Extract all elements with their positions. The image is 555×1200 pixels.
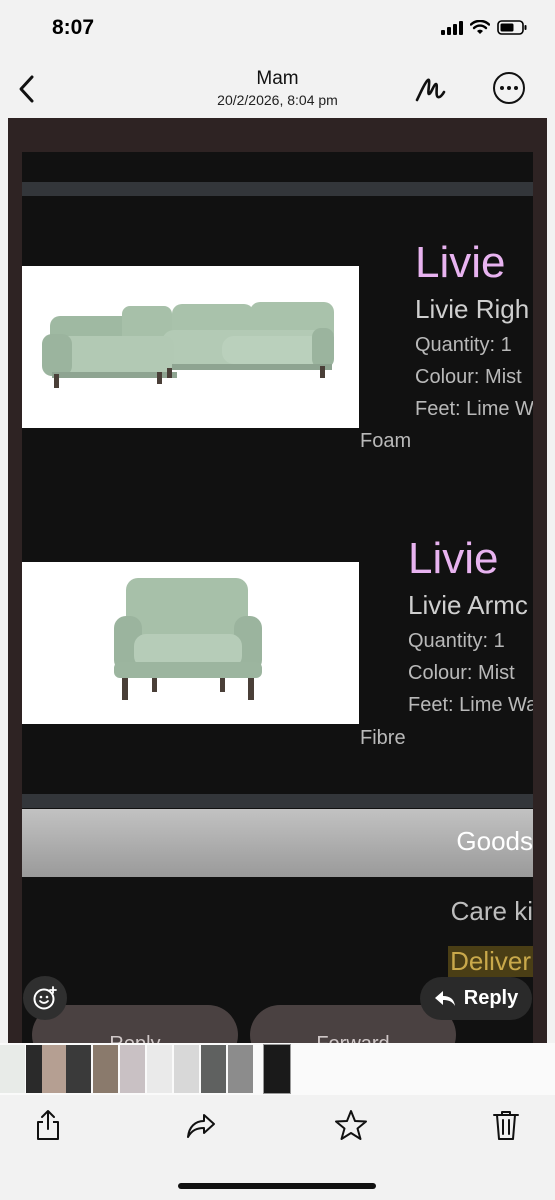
forward-button[interactable] <box>185 1108 217 1142</box>
share-icon <box>37 1110 59 1140</box>
thumbnail[interactable] <box>66 1045 91 1093</box>
delivery-label: Deliver <box>448 946 533 977</box>
reply-label: Reply <box>463 987 519 1009</box>
reply-arrow-icon <box>434 990 455 1006</box>
wifi-icon <box>470 20 490 34</box>
product-colour: Colour: Mist <box>415 366 522 388</box>
thumbnail[interactable] <box>42 1045 67 1093</box>
markup-pen-icon <box>415 78 446 102</box>
ghost-forward-label: Forward <box>316 1033 389 1043</box>
battery-icon <box>497 20 527 35</box>
product-brand: Livie <box>408 534 499 583</box>
thumbnail[interactable] <box>228 1045 253 1093</box>
armchair-illustration <box>114 578 262 700</box>
ellipsis-circle-icon <box>500 86 504 90</box>
product-name: Livie Armc <box>408 590 528 620</box>
share-button[interactable] <box>32 1108 64 1142</box>
thumbnail[interactable] <box>174 1045 199 1093</box>
thumbnail[interactable] <box>0 1045 25 1093</box>
cellular-signal-icon <box>441 20 463 35</box>
status-time: 8:07 <box>52 16 95 39</box>
product-feet: Feet: Lime W <box>415 398 533 420</box>
emoji-reaction-button[interactable] <box>23 976 67 1020</box>
product-filling: Foam <box>360 430 412 452</box>
image-viewer[interactable]: Livie Livie Righ Quantity: 1 Colour: Mis… <box>8 118 547 1043</box>
sender-name: Mam <box>256 68 299 89</box>
ghost-reply-label: Reply <box>109 1033 160 1043</box>
product-image-armchair <box>22 562 359 724</box>
product-colour: Colour: Mist <box>408 662 515 684</box>
home-indicator <box>178 1183 376 1189</box>
reply-button[interactable]: Reply <box>420 977 532 1020</box>
email-header-bar <box>22 182 533 196</box>
favorite-button[interactable] <box>334 1108 367 1142</box>
thumbnail-selected[interactable] <box>263 1044 291 1094</box>
thumbnail[interactable] <box>93 1045 118 1093</box>
more-options-button[interactable] <box>493 72 525 104</box>
product-quantity: Quantity: 1 <box>415 334 512 356</box>
care-kit-label: Care ki <box>450 896 533 926</box>
thumbnail[interactable] <box>201 1045 226 1093</box>
product-quantity: Quantity: 1 <box>408 630 505 652</box>
forward-arrow-icon <box>187 1114 215 1138</box>
thumbnail-strip[interactable] <box>0 1043 555 1095</box>
emoji-add-icon <box>33 986 57 1010</box>
product-filling: Fibre <box>360 727 406 749</box>
markup-button[interactable] <box>412 72 448 108</box>
product-name: Livie Righ <box>415 294 530 324</box>
goods-label: Goods <box>456 826 533 856</box>
star-icon <box>335 1110 367 1140</box>
section-divider <box>22 794 533 808</box>
status-icons <box>441 20 527 35</box>
email-screenshot: Livie Livie Righ Quantity: 1 Colour: Mis… <box>22 152 533 1043</box>
thumbnail[interactable] <box>120 1045 145 1093</box>
product-brand: Livie <box>415 238 506 287</box>
delete-button[interactable] <box>490 1108 522 1142</box>
trash-icon <box>493 1111 519 1140</box>
thumbnail[interactable] <box>147 1045 172 1093</box>
message-date: 20/2/2026, 8:04 pm <box>217 92 338 108</box>
product-feet: Feet: Lime Wa <box>408 694 533 716</box>
product-image-corner-sofa <box>22 266 359 428</box>
corner-sofa-illustration <box>42 302 334 388</box>
